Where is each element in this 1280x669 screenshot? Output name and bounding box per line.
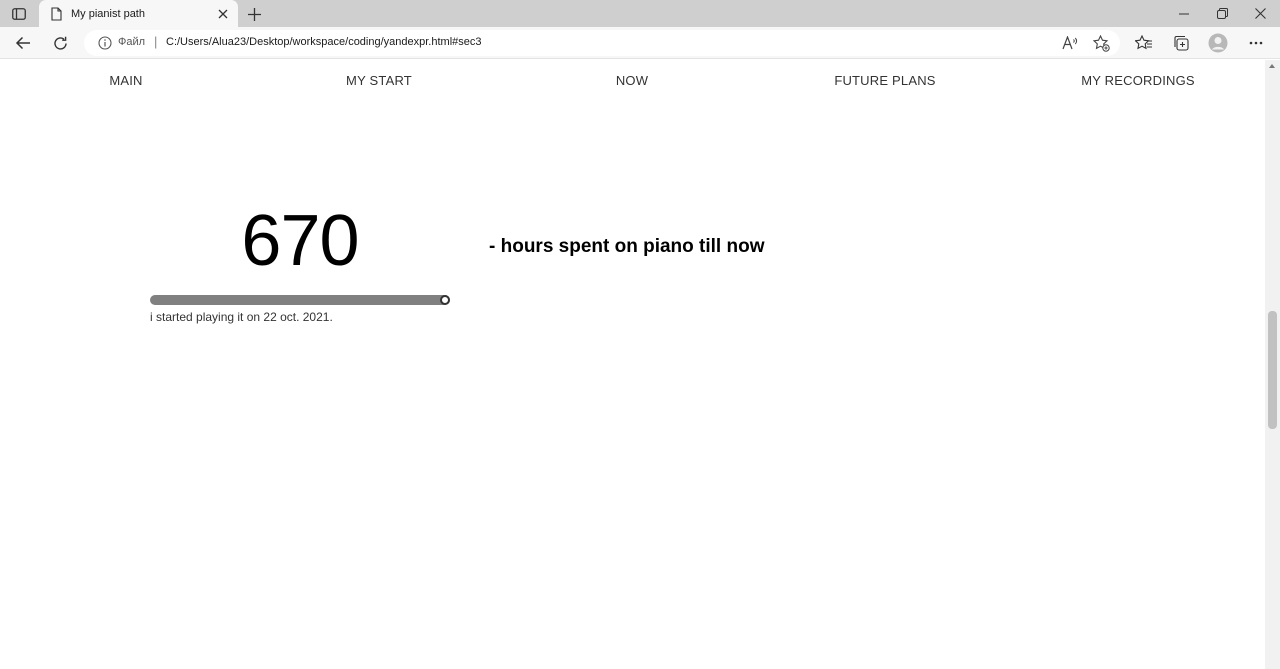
- close-tab-icon[interactable]: [212, 3, 234, 25]
- progress-fill: [150, 295, 450, 305]
- vertical-scrollbar[interactable]: [1265, 60, 1280, 669]
- address-separator: |: [154, 34, 158, 49]
- document-icon: [49, 6, 63, 22]
- page-viewport: MAIN MY START NOW FUTURE PLANS MY RECORD…: [0, 60, 1265, 669]
- nav-now[interactable]: NOW: [616, 73, 648, 88]
- site-nav: MAIN MY START NOW FUTURE PLANS MY RECORD…: [0, 60, 1265, 102]
- info-icon[interactable]: [97, 35, 113, 51]
- nav-main[interactable]: MAIN: [109, 73, 142, 88]
- add-favorite-icon[interactable]: [1092, 34, 1110, 52]
- address-bar[interactable]: Файл | C:/Users/Alua23/Desktop/workspace…: [84, 30, 1120, 56]
- browser-tab-active[interactable]: My pianist path: [39, 0, 238, 27]
- progress-bar: [150, 295, 450, 305]
- hours-counter: 670: [241, 201, 359, 281]
- tab-actions-icon[interactable]: [8, 5, 30, 23]
- new-tab-icon[interactable]: [243, 3, 265, 25]
- nav-my-recordings[interactable]: MY RECORDINGS: [1081, 73, 1195, 88]
- address-url[interactable]: C:/Users/Alua23/Desktop/workspace/coding…: [166, 36, 482, 48]
- back-arrow-icon[interactable]: [10, 31, 36, 55]
- tab-strip: My pianist path: [0, 0, 1280, 27]
- scroll-up-arrow-icon[interactable]: [1269, 64, 1275, 68]
- browser-toolbar: Файл | C:/Users/Alua23/Desktop/workspace…: [0, 27, 1280, 59]
- start-date-note: i started playing it on 22 oct. 2021.: [150, 310, 333, 324]
- close-window-icon[interactable]: [1241, 0, 1279, 27]
- address-protocol: Файл: [118, 36, 146, 48]
- favorites-icon[interactable]: [1131, 31, 1157, 55]
- minimize-icon[interactable]: [1165, 0, 1203, 27]
- refresh-icon[interactable]: [47, 31, 73, 55]
- scrollbar-thumb[interactable]: [1268, 311, 1277, 429]
- more-menu-icon[interactable]: [1243, 31, 1269, 55]
- nav-future-plans[interactable]: FUTURE PLANS: [834, 73, 935, 88]
- hours-caption: - hours spent on piano till now: [489, 236, 765, 257]
- profile-avatar-icon[interactable]: [1205, 31, 1231, 55]
- tab-title: My pianist path: [71, 7, 145, 20]
- restore-icon[interactable]: [1203, 0, 1241, 27]
- progress-knob: [440, 295, 450, 305]
- collections-icon[interactable]: [1168, 31, 1194, 55]
- read-aloud-icon[interactable]: [1061, 34, 1079, 52]
- nav-my-start[interactable]: MY START: [346, 73, 412, 88]
